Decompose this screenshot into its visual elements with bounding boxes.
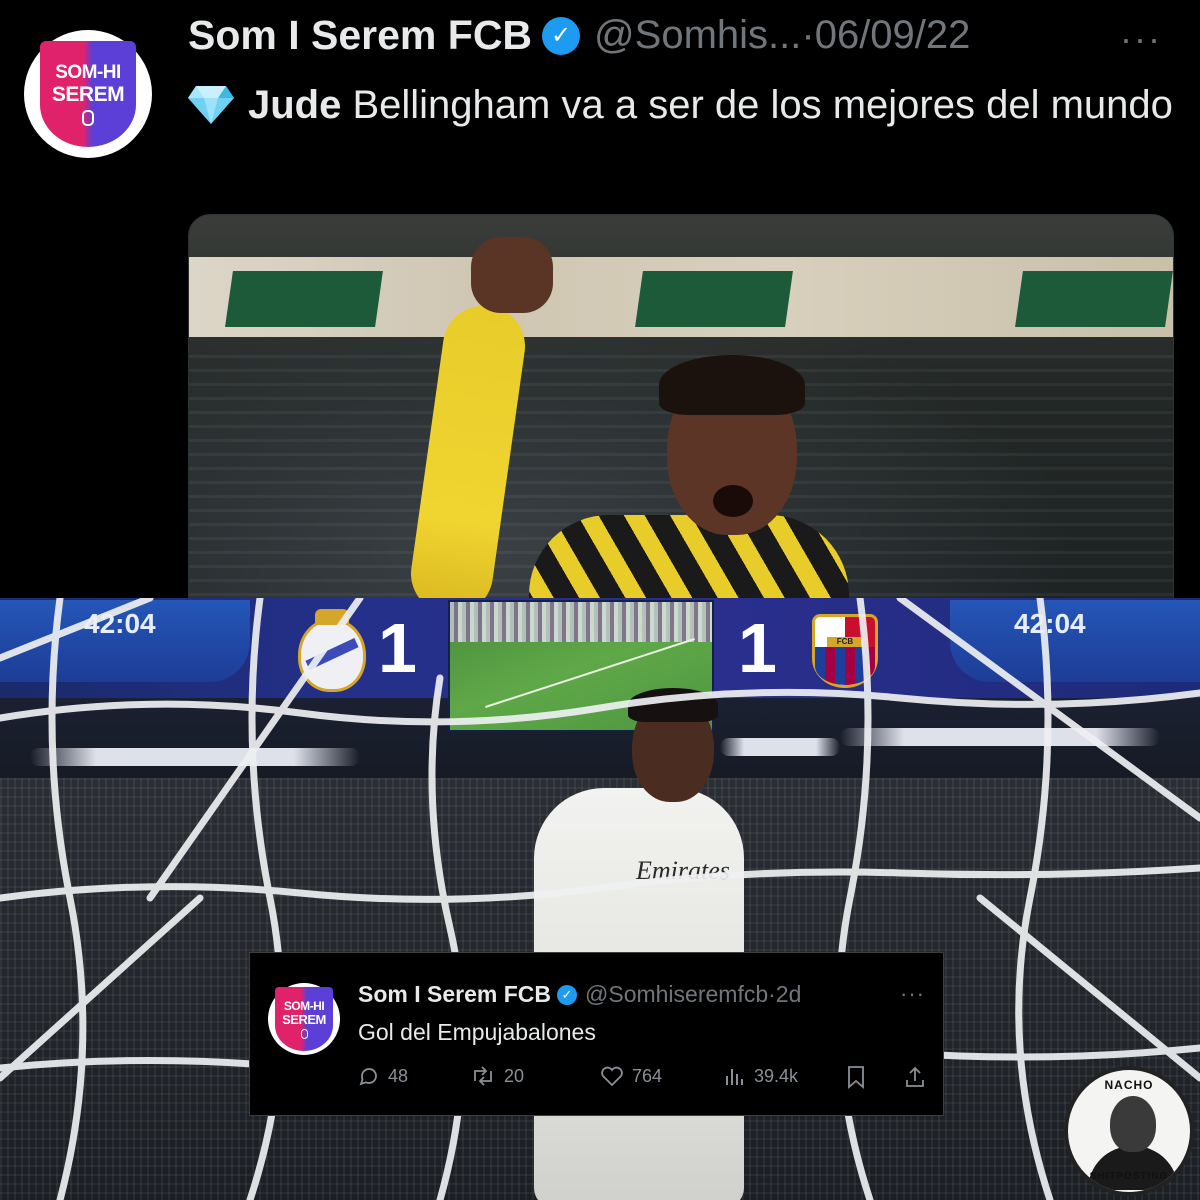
logo-line-1: SOM-HI (55, 61, 121, 83)
player-fist (471, 237, 553, 313)
ad-green-panel (1015, 271, 1173, 327)
retweet-button[interactable]: 20 (470, 1065, 524, 1087)
reply-button[interactable]: 48 (358, 1065, 408, 1087)
like-button[interactable]: 764 (600, 1065, 662, 1087)
separator: · (801, 13, 815, 57)
tweet-text-bold: Jude (248, 83, 342, 127)
retweet-count: 20 (504, 1065, 525, 1086)
display-name[interactable]: Som I Serem FCB (358, 981, 551, 1008)
watermark-face (1110, 1096, 1156, 1152)
embedded-tweet[interactable]: SOM-HI SEREM Som I Serem FCB ✓ @Somhiser… (249, 952, 944, 1116)
bookmark-icon (848, 1066, 864, 1089)
microphone-icon (300, 1028, 308, 1039)
heart-icon (601, 1066, 623, 1087)
microphone-icon (82, 109, 94, 126)
reply-count: 48 (388, 1065, 409, 1086)
tweet-text: Gol del Empujabalones (358, 1019, 596, 1045)
logo-line-1: SOM-HI (283, 998, 325, 1013)
tweet-date: 06/09/22 (814, 13, 971, 57)
view-count: 39.4k (754, 1065, 799, 1086)
user-handle[interactable]: @Somhis...·06/09/22 (594, 13, 970, 58)
player-yellow-kit (529, 515, 849, 598)
retweet-icon (474, 1066, 492, 1086)
reply-icon (359, 1068, 377, 1086)
top-tweet: SOM-HI SEREM Som I Serem FCB ✓ @Somhis..… (0, 0, 1200, 598)
player-mouth (713, 485, 753, 517)
tweet-media-photo[interactable] (188, 214, 1174, 598)
tweet-time: 2d (775, 981, 802, 1007)
share-button[interactable] (904, 1065, 934, 1089)
ad-green-panel (225, 271, 383, 327)
like-count: 764 (632, 1065, 663, 1086)
user-handle[interactable]: @Somhiseremfcb·2d (585, 981, 801, 1008)
somhiserem-logo: SOM-HI SEREM (40, 41, 136, 147)
views-chart-icon (726, 1069, 743, 1085)
somhiserem-logo: SOM-HI SEREM (275, 987, 333, 1051)
tweet-actions: 48 20 764 39.4k (358, 1065, 928, 1095)
watermark-top-text: NACHO (1104, 1078, 1154, 1092)
tweet-text: Jude Bellingham va a ser de los mejores … (188, 76, 1178, 134)
tweet-header: Som I Serem FCB ✓ @Somhis...·06/09/22 (188, 12, 970, 59)
tweet-text-body: Bellingham va a ser de los mejores del m… (341, 83, 1173, 127)
profile-avatar[interactable]: SOM-HI SEREM (24, 30, 152, 158)
more-dots-icon[interactable]: ··· (900, 981, 925, 1007)
bookmark-button[interactable] (846, 1065, 874, 1089)
player-hair (659, 355, 805, 415)
views-button[interactable]: 39.4k (724, 1065, 798, 1087)
verified-badge-icon: ✓ (557, 984, 577, 1005)
watermark-logo: NACHO SHITPOSTING (1064, 1066, 1194, 1196)
logo-line-2: SEREM (282, 1011, 326, 1027)
tweet-header: Som I Serem FCB ✓ @Somhiseremfcb·2d (358, 981, 801, 1008)
share-icon (906, 1066, 924, 1087)
profile-avatar[interactable]: SOM-HI SEREM (268, 983, 340, 1055)
display-name[interactable]: Som I Serem FCB (188, 12, 532, 59)
verified-badge-icon: ✓ (542, 16, 581, 55)
gem-icon (188, 86, 234, 124)
ad-green-panel (635, 271, 793, 327)
separator: · (768, 981, 776, 1007)
watermark-figure (1088, 1146, 1178, 1190)
watermark-bottom-text: SHITPOSTING (1089, 1171, 1169, 1182)
more-dots-icon[interactable]: ··· (1120, 18, 1162, 60)
logo-line-2: SEREM (51, 82, 125, 106)
